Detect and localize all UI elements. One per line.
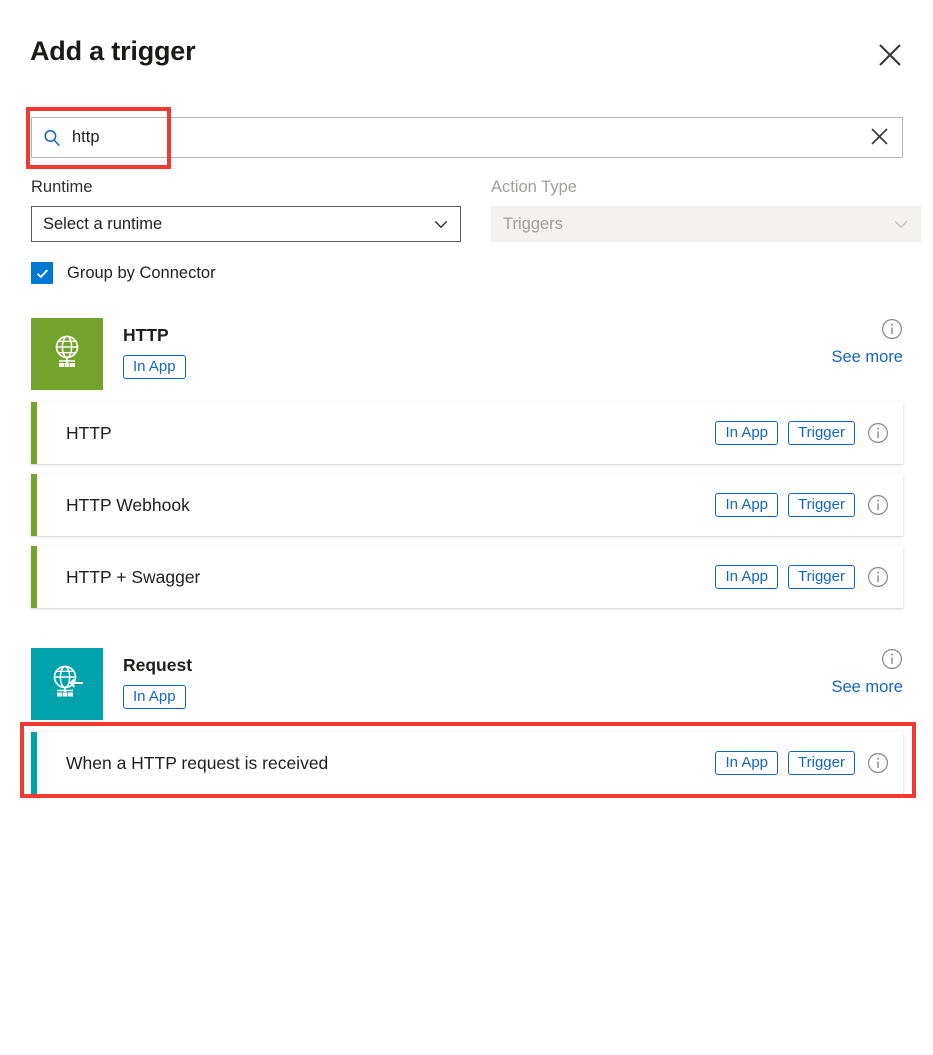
connector-name: HTTP (123, 325, 169, 345)
action-type-dropdown: Triggers (491, 206, 921, 242)
search-input[interactable] (72, 118, 856, 157)
page-title: Add a trigger (30, 36, 196, 66)
badge-in-app: In App (715, 565, 779, 589)
operation-row-when-a-http-request-is-received[interactable]: When a HTTP request is received In App T… (31, 732, 903, 794)
operation-accent-bar (31, 546, 37, 608)
runtime-filter: Runtime Select a runtime (31, 178, 461, 242)
operation-name: HTTP + Swagger (66, 566, 201, 587)
operation-accent-bar (31, 732, 37, 794)
info-icon[interactable] (867, 752, 889, 774)
connector-tile (31, 648, 103, 720)
badge-in-app: In App (715, 421, 779, 445)
operation-accent-bar (31, 474, 37, 536)
close-icon (869, 126, 890, 150)
clear-search-button[interactable] (856, 118, 902, 157)
connector-badge-in-app: In App (123, 354, 186, 379)
connector-header-actions: See more (831, 318, 903, 367)
connector-name: Request (123, 655, 193, 675)
operation-row-http-swagger[interactable]: HTTP + Swagger In App Trigger (31, 546, 903, 608)
operation-name: When a HTTP request is received (66, 752, 329, 773)
badge-in-app: In App (715, 493, 779, 517)
info-icon[interactable] (867, 494, 889, 516)
chevron-down-icon (432, 215, 450, 233)
runtime-dropdown-value: Select a runtime (43, 214, 163, 233)
info-icon[interactable] (867, 566, 889, 588)
close-panel-button[interactable] (873, 38, 907, 72)
close-icon (877, 42, 903, 68)
operation-name: HTTP Webhook (66, 494, 190, 515)
globe-inbound-arrow-icon (45, 660, 89, 709)
badge-trigger: Trigger (788, 421, 855, 445)
connector-group-http: HTTP In App See more HTTP In App Trigger… (31, 318, 903, 608)
connector-header: HTTP In App See more (31, 318, 903, 390)
chevron-down-icon (892, 215, 910, 233)
badge-trigger: Trigger (788, 493, 855, 517)
filters-section: Runtime Select a runtime Action Type Tri… (31, 178, 921, 284)
connector-badge-in-app: In App (123, 684, 186, 709)
see-more-link[interactable]: See more (831, 678, 903, 697)
operation-badges: In App Trigger (715, 751, 889, 775)
badge-trigger: Trigger (788, 565, 855, 589)
badge-in-app: In App (715, 751, 779, 775)
group-by-connector-checkbox[interactable]: Group by Connector (31, 262, 261, 284)
group-by-connector-label: Group by Connector (67, 263, 216, 282)
operation-accent-bar (31, 402, 37, 464)
connector-header-actions: See more (831, 648, 903, 697)
operation-row-http[interactable]: HTTP In App Trigger (31, 402, 903, 464)
search-box[interactable] (31, 117, 903, 158)
action-type-filter: Action Type Triggers (491, 178, 921, 242)
action-type-dropdown-value: Triggers (503, 214, 563, 233)
operation-badges: In App Trigger (715, 565, 889, 589)
operation-row-http-webhook[interactable]: HTTP Webhook In App Trigger (31, 474, 903, 536)
connector-meta: HTTP In App (123, 318, 186, 379)
operation-badges: In App Trigger (715, 493, 889, 517)
add-trigger-panel: Add a trigger http Runtime Select a runt… (0, 0, 933, 1055)
search-icon (32, 118, 72, 157)
results-list: HTTP In App See more HTTP In App Trigger… (31, 318, 903, 804)
panel-header: Add a trigger (0, 0, 933, 100)
action-type-label: Action Type (491, 178, 577, 196)
info-icon[interactable] (881, 318, 903, 340)
connector-meta: Request In App (123, 648, 192, 709)
runtime-label: Runtime (31, 178, 93, 196)
checkbox-checked-icon (31, 262, 53, 284)
globe-network-icon (45, 330, 89, 379)
connector-tile (31, 318, 103, 390)
runtime-dropdown[interactable]: Select a runtime (31, 206, 461, 242)
connector-header: Request In App See more (31, 648, 903, 720)
operation-name: HTTP (66, 422, 112, 443)
connector-group-request: Request In App See more When a HTTP requ… (31, 648, 903, 794)
search-row (31, 117, 903, 158)
group-separator (31, 618, 903, 648)
info-icon[interactable] (867, 422, 889, 444)
badge-trigger: Trigger (788, 751, 855, 775)
info-icon[interactable] (881, 648, 903, 670)
operation-badges: In App Trigger (715, 421, 889, 445)
see-more-link[interactable]: See more (831, 348, 903, 367)
